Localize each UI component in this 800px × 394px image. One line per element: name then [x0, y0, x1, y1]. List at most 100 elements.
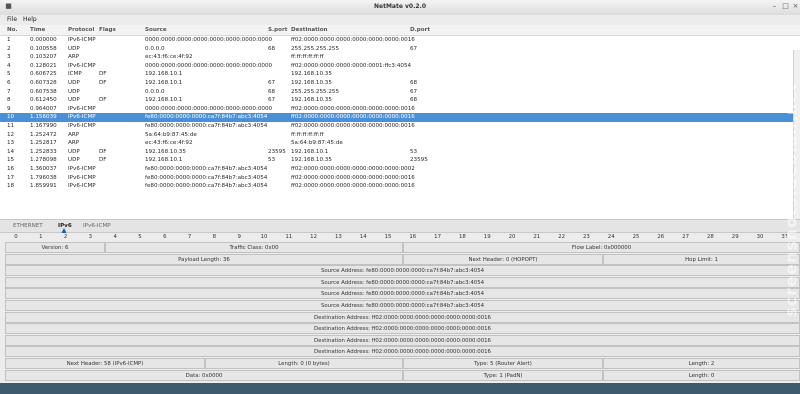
col-source-cell: 192.168.10.1 — [145, 157, 183, 164]
col-dport-cell: 53 — [410, 148, 418, 155]
menu-help[interactable]: Help — [23, 16, 37, 23]
col-time-cell: 1.278098 — [30, 157, 57, 164]
col-sport-cell: 68 — [268, 88, 276, 95]
col-destination-cell: ff02:0000:0000:0000:0000:0000:0000:0016 — [291, 105, 415, 112]
col-destination-header[interactable]: Destination — [291, 27, 328, 33]
col-dport-cell: 23595 — [410, 157, 428, 164]
col-dport-header[interactable]: D.port — [410, 27, 430, 33]
packet-row[interactable]: 4 0.128021 IPv6-ICMP 0000:0000:0000:0000:00… — [0, 62, 800, 71]
col-source-cell: fe80:0000:0000:0000:ca7f:84b7:abc3:4054 — [145, 174, 268, 181]
col-source-header[interactable]: Source — [145, 27, 167, 33]
packet-row[interactable]: 13 1.252817 ARP ec:43:f6:ce:4f:92 5a:64:b9:8… — [0, 139, 800, 148]
col-protocol-cell: ARP — [68, 140, 80, 147]
packet-list[interactable]: No. Time Protocol Flags Source S.port Destinat… — [0, 25, 800, 220]
packet-row[interactable]: 14 1.252833 UDP DF 192.168.10.35 23595 192.168… — [0, 148, 800, 157]
packet-row[interactable]: 11 1.167990 IPv6-ICMP fe80:0000:0000:0000:c… — [0, 122, 800, 131]
header-field[interactable]: Source Address: fe80:0000:0000:0000:ca7f… — [5, 276, 800, 288]
tab-ipv6-icmp[interactable]: IPv6-ICMP — [83, 223, 111, 229]
col-protocol-cell: ARP — [68, 54, 80, 61]
col-flags-header[interactable]: Flags — [99, 27, 116, 33]
header-field[interactable]: Length: 0 — [603, 369, 800, 381]
header-field[interactable]: Length: 0 (0 bytes) — [205, 358, 403, 369]
packet-row[interactable]: 15 1.278098 UDP DF 192.168.10.1 53 192.168.10.… — [0, 156, 800, 165]
header-field[interactable]: Flow Label: 0x000000 — [403, 242, 800, 253]
col-protocol-cell: UDP — [68, 148, 80, 155]
menu-file[interactable]: File — [7, 16, 17, 23]
col-time-cell: 0.000000 — [30, 37, 57, 43]
packet-row[interactable]: 10 1.156039 IPv6-ICMP fe80:0000:0000:0000:c… — [0, 113, 800, 122]
bit-tick: 11 — [285, 234, 293, 240]
col-time-cell: 0.103207 — [30, 54, 57, 61]
maximize-icon[interactable]: □ — [781, 2, 790, 11]
col-no-cell: 6 — [7, 80, 11, 86]
col-protocol-cell: IPv6-ICMP — [68, 174, 96, 181]
col-no-cell: 4 — [7, 62, 11, 69]
col-protocol-cell: IPv6-ICMP — [68, 123, 96, 129]
packet-row[interactable]: 3 0.103207 ARP ec:43:f6:ce:4f:92 ff:ff:ff:ff… — [0, 53, 800, 62]
packet-row[interactable]: 5 0.606725 ICMP DF 192.168.10.1 192.168.10.35 — [0, 70, 800, 79]
col-protocol-cell: IPv6-ICMP — [68, 37, 96, 43]
header-field[interactable]: Destination Address: ff02:0000:0000:0000… — [5, 346, 800, 358]
col-destination-cell: ff:ff:ff:ff:ff:ff — [291, 54, 324, 61]
header-field[interactable]: Source Address: fe80:0000:0000:0000:ca7f… — [5, 288, 800, 300]
col-time-cell: 1.156039 — [30, 114, 57, 121]
header-field[interactable]: Destination Address: ff02:0000:0000:0000… — [5, 323, 800, 335]
col-time-cell: 1.796038 — [30, 174, 57, 181]
col-source-cell: 0.0.0.0 — [145, 88, 165, 95]
bit-tick: 29 — [731, 234, 739, 240]
packet-row[interactable]: 12 1.252472 ARP 5a:64:b9:87:45:de ff:ff:ff:f… — [0, 131, 800, 140]
col-no-cell: 7 — [7, 88, 11, 95]
col-source-cell: 192.168.10.35 — [145, 148, 186, 155]
col-source-cell: fe80:0000:0000:0000:ca7f:84b7:abc3:4054 — [145, 123, 268, 129]
col-protocol-cell: UDP — [68, 88, 80, 95]
minimize-icon[interactable]: – — [770, 2, 779, 11]
col-destination-cell: 255.255.255.255 — [291, 45, 340, 52]
col-no-cell: 10 — [7, 114, 15, 121]
col-time-cell: 1.167990 — [30, 123, 57, 129]
col-time-cell: 1.859991 — [30, 183, 57, 190]
col-time-cell: 1.252817 — [30, 140, 57, 147]
tab-ethernet[interactable]: ETHERNET — [13, 223, 43, 229]
bit-tick: 22 — [558, 234, 566, 240]
bit-tick: 19 — [483, 234, 491, 240]
packet-row[interactable]: 9 0.964007 IPv6-ICMP 0000:0000:0000:0000:00… — [0, 105, 800, 114]
header-field[interactable]: Destination Address: ff02:0000:0000:0000… — [5, 311, 800, 323]
col-protocol-cell: UDP — [68, 157, 80, 164]
col-destination-cell: ff02:0000:0000:0000:0000:0001:ffc3:4054 — [291, 62, 412, 69]
col-dport-cell: 68 — [410, 80, 418, 86]
header-field[interactable]: Type: 1 (PadN) — [403, 369, 603, 381]
bit-tick: 6 — [163, 234, 167, 240]
bit-tick: 30 — [756, 234, 764, 240]
protocol-tabs: ETHERNET IPv6 IPv6-ICMP — [0, 220, 800, 233]
header-field[interactable]: Source Address: fe80:0000:0000:0000:ca7f… — [5, 265, 800, 277]
header-field[interactable]: Length: 2 — [603, 358, 800, 369]
packet-row[interactable]: 17 1.796038 IPv6-ICMP fe80:0000:0000:0000:c… — [0, 174, 800, 183]
header-field[interactable]: Payload Length: 36 — [5, 253, 403, 265]
col-destination-cell: ff02:0000:0000:0000:0000:0000:0000:0016 — [291, 174, 415, 181]
col-protocol-header[interactable]: Protocol — [68, 27, 94, 33]
packet-row[interactable]: 8 0.612450 UDP DF 192.168.10.1 67 192.168.10.3… — [0, 96, 800, 105]
header-field[interactable]: Type: 5 (Router Alert) — [403, 358, 603, 369]
header-field[interactable]: Next Header: 0 (HOPOPT) — [403, 253, 603, 265]
col-sport-header[interactable]: S.port — [268, 27, 287, 33]
header-field[interactable]: Traffic Class: 0x00 — [105, 242, 403, 253]
header-field[interactable]: Next Header: 58 (IPv6-ICMP) — [5, 358, 205, 369]
packet-row[interactable]: 16 1.360037 IPv6-ICMP fe80:0000:0000:0000:c… — [0, 165, 800, 174]
col-time-cell: 0.606725 — [30, 71, 57, 78]
packet-row[interactable]: 7 0.607538 UDP 0.0.0.0 68 255.255.255.255 67 — [0, 88, 800, 97]
packet-row[interactable]: 18 1.859991 IPv6-ICMP fe80:0000:0000:0000:c… — [0, 182, 800, 191]
menu-bar: File Help — [0, 15, 800, 25]
title-bar[interactable]: ■ NetMate v0.2.0 – □ × — [0, 0, 800, 16]
col-no-header[interactable]: No. — [7, 27, 18, 33]
col-no-cell: 2 — [7, 45, 11, 52]
col-dport-cell: 67 — [410, 88, 418, 95]
packet-row[interactable]: 6 0.607328 UDP DF 192.168.10.1 67 192.168.10.3… — [0, 79, 800, 88]
header-field[interactable]: Data: 0x0000 — [5, 369, 403, 381]
header-field[interactable]: Version: 6 — [5, 242, 105, 253]
header-field[interactable]: Destination Address: ff02:0000:0000:0000… — [5, 334, 800, 346]
packet-row[interactable]: 2 0.100558 UDP 0.0.0.0 68 255.255.255.255 67 — [0, 45, 800, 54]
col-time-header[interactable]: Time — [30, 27, 45, 33]
header-field[interactable]: Source Address: fe80:0000:0000:0000:ca7f… — [5, 300, 800, 311]
packet-row[interactable]: 1 0.000000 IPv6-ICMP 0000:0000:0000:0000:00… — [0, 36, 800, 45]
close-icon[interactable]: × — [791, 2, 800, 11]
